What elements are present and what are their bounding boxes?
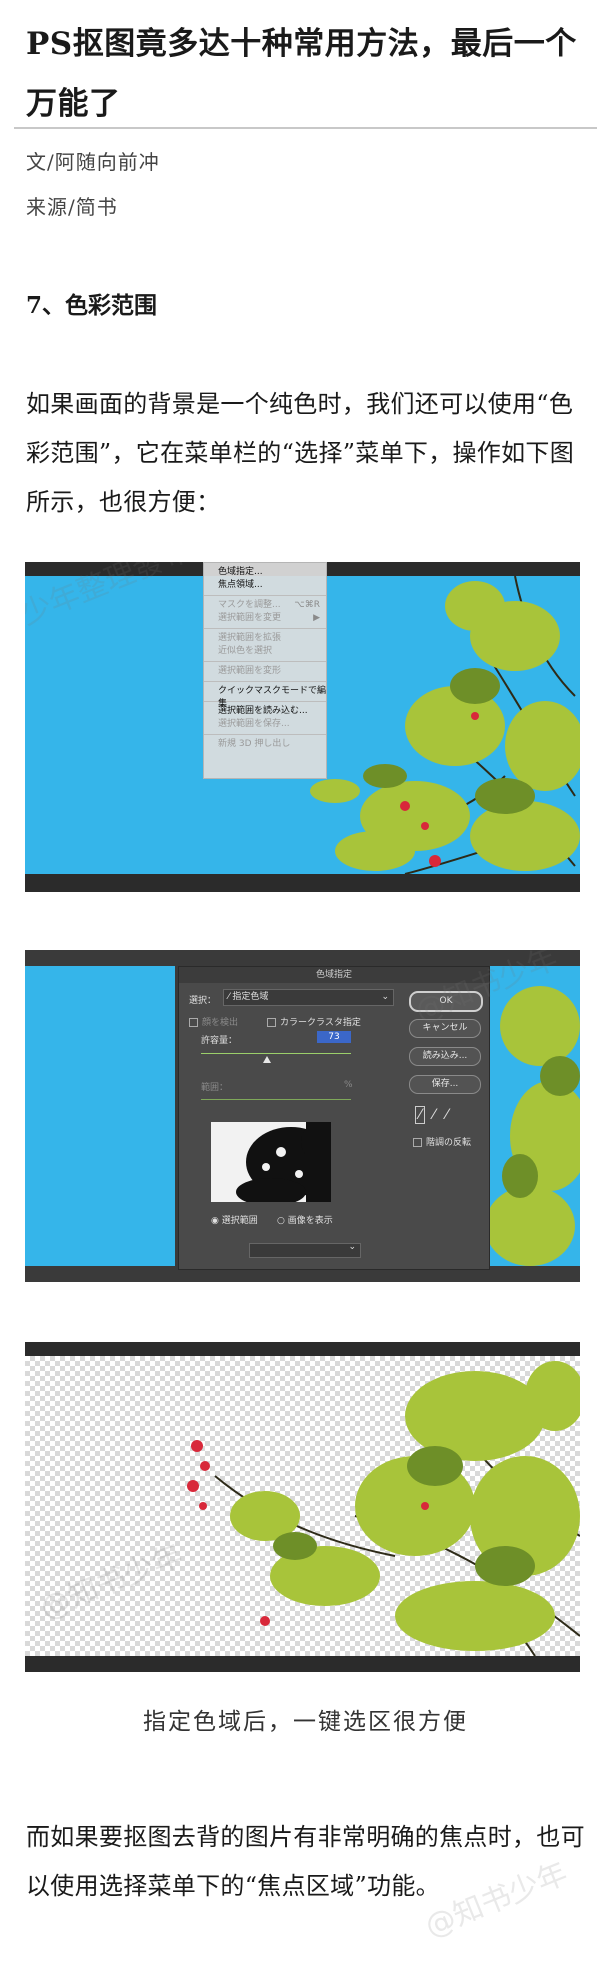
checkbox-box bbox=[267, 1018, 276, 1027]
menu-item-similar[interactable]: 近似色を選択 bbox=[204, 645, 326, 658]
menu-separator bbox=[204, 734, 326, 735]
menu-item-save-selection[interactable]: 選択範囲を保存... bbox=[204, 718, 326, 731]
fuzziness-input[interactable]: 73 bbox=[317, 1031, 351, 1043]
screenshot-color-range-dialog: 色域指定 選択： ⁄ 指定色域 ⌄ 顔を検出 カラークラスタ指定 許容量： 73… bbox=[25, 950, 580, 1282]
load-button[interactable]: 読み込み... bbox=[409, 1047, 481, 1066]
menu-shortcut: ⌥⌘R bbox=[294, 600, 320, 610]
screenshot-cutout-result: @知书少年 bbox=[25, 1342, 580, 1672]
ok-button[interactable]: OK bbox=[409, 991, 483, 1012]
section-heading: 7、色彩范围 bbox=[26, 292, 158, 319]
menu-item-focus-area[interactable]: 焦点領域... bbox=[204, 579, 326, 592]
submenu-arrow-icon: ▶ bbox=[313, 613, 320, 623]
radio-label: 画像を表示 bbox=[287, 1216, 333, 1226]
select-value: 指定色域 bbox=[232, 992, 269, 1002]
radio-empty-icon: ○ bbox=[277, 1216, 288, 1226]
author-line: 文/阿随向前冲 bbox=[26, 150, 160, 174]
menu-item-grow[interactable]: 選択範囲を拡張 bbox=[204, 632, 326, 645]
tree-image bbox=[490, 966, 580, 1266]
checkbox-label: 階調の反転 bbox=[426, 1138, 472, 1148]
menu-separator bbox=[204, 595, 326, 596]
eyedropper-tools: ⁄ ⁄ ⁄ bbox=[415, 1106, 451, 1124]
selection-preview-dropdown[interactable]: ⌄ bbox=[249, 1242, 361, 1258]
eyedropper-plus-icon[interactable]: ⁄ bbox=[430, 1107, 438, 1123]
menu-item-3d-extrusion[interactable]: 新規 3D 押し出し bbox=[204, 738, 326, 751]
chevron-down-icon: ⌄ bbox=[381, 992, 389, 1002]
range-label: 範囲： bbox=[201, 1083, 229, 1093]
radio-label: 選択範囲 bbox=[221, 1216, 258, 1226]
menu-item-color-range[interactable]: 色域指定... bbox=[204, 566, 326, 579]
menu-item-transform-selection[interactable]: 選択範囲を変形 bbox=[204, 665, 326, 678]
menu-item-modify[interactable]: 選択範囲を変更 ▶ bbox=[204, 612, 326, 625]
radio-selected-icon: ◉ bbox=[211, 1216, 222, 1226]
range-unit: % bbox=[344, 1080, 353, 1090]
select-dropdown-menu: 色域指定... 焦点領域... マスクを調整... ⌥⌘R 選択範囲を変更 ▶ 選択… bbox=[203, 562, 327, 779]
article-title: PS抠图竟多达十种常用方法，最后一个万能了 bbox=[26, 26, 577, 122]
menu-item-label: 選択範囲を変更 bbox=[218, 613, 282, 623]
localized-clusters-checkbox[interactable]: カラークラスタ指定 bbox=[267, 1015, 361, 1028]
menu-separator bbox=[204, 661, 326, 662]
chevron-down-icon: ⌄ bbox=[348, 1242, 356, 1252]
fuzziness-slider-handle[interactable] bbox=[263, 1056, 271, 1063]
fuzziness-slider-track[interactable] bbox=[201, 1053, 351, 1054]
radio-image[interactable]: ○ 画像を表示 bbox=[277, 1213, 333, 1226]
paragraph-intro: 如果画面的背景是一个纯色时，我们还可以使用“色彩范围”，它在菜单栏的“选择”菜单… bbox=[26, 390, 575, 516]
image-caption: 指定色域后，一键选区很方便 bbox=[143, 1709, 468, 1735]
select-dropdown[interactable]: ⁄ 指定色域 ⌄ bbox=[223, 989, 394, 1006]
menu-separator bbox=[204, 681, 326, 682]
radio-selection[interactable]: ◉ 選択範囲 bbox=[211, 1213, 258, 1226]
screenshot-select-menu: 色域指定... 焦点領域... マスクを調整... ⌥⌘R 選択範囲を変更 ▶ 選択… bbox=[25, 562, 580, 892]
menu-item-quick-mask[interactable]: クイックマスクモードで編集 bbox=[204, 685, 326, 709]
invert-checkbox[interactable]: 階調の反転 bbox=[413, 1135, 471, 1148]
menu-separator bbox=[204, 628, 326, 629]
range-slider-track[interactable] bbox=[201, 1099, 351, 1100]
eyedropper-minus-icon[interactable]: ⁄ bbox=[443, 1107, 451, 1123]
dialog-title: 色域指定 bbox=[179, 967, 489, 983]
title-divider bbox=[14, 127, 597, 129]
fuzziness-label: 許容量： bbox=[201, 1036, 238, 1046]
menu-item-label: マスクを調整... bbox=[218, 600, 281, 610]
cancel-button[interactable]: キャンセル bbox=[409, 1019, 481, 1038]
eyedropper-icon[interactable]: ⁄ bbox=[415, 1106, 426, 1124]
menu-item-refine-mask[interactable]: マスクを調整... ⌥⌘R bbox=[204, 599, 326, 612]
selection-preview bbox=[211, 1122, 331, 1202]
tree-cutout-image bbox=[187, 1361, 580, 1656]
select-label: 選択： bbox=[189, 996, 217, 1006]
save-button[interactable]: 保存... bbox=[409, 1075, 481, 1094]
sky-background bbox=[25, 966, 175, 1266]
checkbox-label: カラークラスタ指定 bbox=[280, 1018, 361, 1028]
source-line: 来源/简书 bbox=[26, 195, 118, 219]
checkbox-box bbox=[413, 1138, 422, 1147]
checkbox-label: 顔を検出 bbox=[202, 1018, 239, 1028]
color-range-dialog: 色域指定 選択： ⁄ 指定色域 ⌄ 顔を検出 カラークラスタ指定 許容量： 73… bbox=[178, 966, 490, 1270]
detect-faces-checkbox[interactable]: 顔を検出 bbox=[189, 1015, 238, 1028]
checkbox-box bbox=[189, 1018, 198, 1027]
paragraph-focus-area: 而如果要抠图去背的图片有非常明确的焦点时，也可以使用选择菜单下的“焦点区域”功能… bbox=[26, 1823, 585, 1900]
menu-item-load-selection[interactable]: 選択範囲を読み込む... bbox=[204, 705, 326, 718]
